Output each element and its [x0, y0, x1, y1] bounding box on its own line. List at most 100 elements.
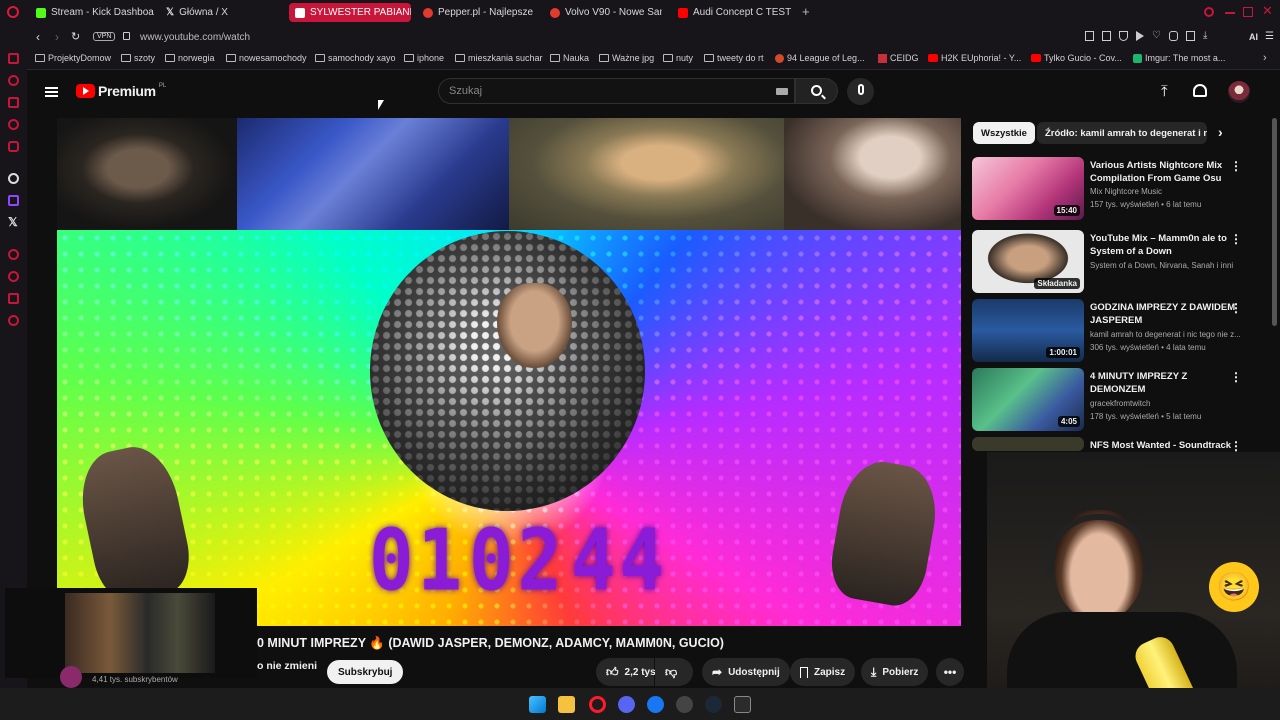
bookmark-folder[interactable]: Ważne jpg	[599, 53, 654, 63]
forward-icon[interactable]: ›	[55, 30, 59, 44]
facebook-icon[interactable]	[647, 696, 664, 713]
bookmark-folder[interactable]: norwegia	[165, 53, 215, 63]
shield-icon[interactable]	[1119, 31, 1128, 41]
channel-name[interactable]: o nie zmieni	[257, 660, 317, 672]
search-input[interactable]: Szukaj	[438, 78, 795, 104]
recommendation-channel[interactable]: Mix Nightcore Music	[1090, 186, 1240, 198]
chip-source[interactable]: Źródło: kamil amrah to degenerat i nic	[1037, 122, 1207, 144]
terminal-icon[interactable]	[734, 696, 751, 713]
sidebar-clock-icon[interactable]	[8, 271, 19, 282]
recommendation-title[interactable]: YouTube Mix – Mamm0n ale to System of a …	[1090, 232, 1240, 258]
chips-next-icon[interactable]: ›	[1218, 124, 1223, 140]
maximize-button[interactable]	[1243, 7, 1253, 17]
bookmarks-overflow-icon[interactable]: ›	[1263, 52, 1267, 64]
wallet-icon[interactable]	[1185, 31, 1195, 41]
recommendation-item[interactable]: 4:05 4 MINUTY IMPREZY Z DEMONZEM gracekf…	[972, 368, 1274, 434]
more-vertical-icon[interactable]: ⋮	[1230, 159, 1242, 173]
back-icon[interactable]: ‹	[36, 30, 40, 44]
video-player[interactable]: 01 02 44	[57, 118, 961, 626]
new-tab-button[interactable]: +	[802, 4, 810, 19]
download-icon[interactable]: ⤓	[1203, 31, 1207, 41]
file-explorer-icon[interactable]	[558, 696, 575, 713]
aria-ai-button[interactable]: AI	[1249, 32, 1258, 42]
close-window-button[interactable]: ✕	[1262, 3, 1273, 19]
subscribe-button[interactable]: Subskrybuj	[327, 660, 404, 684]
sidebar-twitch-icon[interactable]	[8, 195, 19, 206]
save-button[interactable]: Zapisz	[790, 658, 856, 686]
recommendation-channel[interactable]: kamil amrah to degenerat i nic tego nie …	[1090, 329, 1240, 341]
recommendation-item[interactable]: NFS Most Wanted - Soundtrack ⋮	[972, 437, 1274, 453]
bookmark-folder[interactable]: Nauka	[550, 53, 589, 63]
url-field[interactable]: www.youtube.com/watch	[140, 32, 250, 43]
bookmark-link[interactable]: CEIDG	[878, 53, 919, 63]
opera-logo-icon[interactable]	[7, 6, 19, 18]
chip-all[interactable]: Wszystkie	[973, 122, 1035, 144]
play-icon[interactable]	[1136, 31, 1144, 41]
youtube-logo[interactable]: Premium PL	[76, 83, 166, 99]
snapshot-icon[interactable]	[1085, 31, 1094, 41]
bookmark-link[interactable]: H2K EUphoria! - Y...	[928, 53, 1021, 63]
video-thumbnail[interactable]	[972, 437, 1084, 451]
more-vertical-icon[interactable]: ⋮	[1230, 232, 1242, 246]
bookmark-folder[interactable]: tweety do rt	[704, 53, 764, 63]
bookmark-folder[interactable]: iphone	[404, 53, 444, 63]
bookmark-folder[interactable]: samochody xayo	[315, 53, 396, 63]
tab-youtube-active[interactable]: SYLWESTER PABIANK	[289, 3, 411, 22]
tab-kick[interactable]: Stream - Kick Dashboard	[36, 3, 154, 22]
vpn-badge[interactable]: VPN	[93, 32, 116, 41]
sidebar-instagram-icon[interactable]	[8, 141, 19, 152]
sidebar-x-icon[interactable]: 𝕏	[8, 215, 18, 229]
capture-icon[interactable]	[1102, 31, 1111, 41]
search-button[interactable]	[795, 78, 838, 104]
windows-start-icon[interactable]	[529, 696, 546, 713]
sidebar-chatgpt-icon[interactable]	[8, 173, 19, 184]
sidebar-wallet-icon[interactable]	[8, 97, 19, 108]
bookmark-folder[interactable]: szoty	[121, 53, 155, 63]
bookmark-link[interactable]: 94 League of Leg...	[775, 53, 865, 63]
bookmark-link[interactable]: Tylko Gucio - Cov...	[1031, 53, 1122, 63]
scrollbar-thumb[interactable]	[1272, 118, 1277, 326]
bookmark-folder[interactable]: ProjektyDomow	[35, 53, 111, 63]
video-thumbnail[interactable]: 15:40	[972, 157, 1084, 220]
recommendation-title[interactable]: 4 MINUTY IMPREZY Z DEMONZEM	[1090, 370, 1240, 396]
opera-taskbar-icon[interactable]	[589, 696, 606, 713]
avatar[interactable]	[1228, 81, 1250, 103]
bookmark-folder[interactable]: mieszkania suchar	[455, 53, 543, 63]
notifications-bell-icon[interactable]	[1193, 84, 1207, 97]
sidebar-home-icon[interactable]	[8, 53, 19, 64]
keyboard-icon[interactable]	[776, 88, 788, 95]
extensions-icon[interactable]	[1168, 31, 1178, 41]
recommendation-channel[interactable]: gracekfromtwitch	[1090, 398, 1240, 410]
recommendation-channel[interactable]: System of a Down, Nirvana, Sanah i inni	[1090, 260, 1240, 272]
menu-hamburger-icon[interactable]	[45, 85, 58, 99]
more-actions-button[interactable]: •••	[936, 658, 964, 686]
video-thumbnail[interactable]: 4:05	[972, 368, 1084, 431]
steam-icon[interactable]	[705, 696, 722, 713]
share-button[interactable]: ➦ Udostępnij	[702, 658, 790, 686]
reload-icon[interactable]: ↻	[71, 30, 80, 43]
recommendation-title[interactable]: Various Artists Nightcore Mix Compilatio…	[1090, 159, 1240, 185]
minimize-button[interactable]	[1225, 12, 1235, 14]
bookmark-link[interactable]: Imgur: The most a...	[1133, 53, 1225, 63]
dislike-button[interactable]: 👎︎	[655, 658, 693, 686]
recommendation-item[interactable]: Składanka YouTube Mix – Mamm0n ale to Sy…	[972, 230, 1274, 296]
tab-pepper[interactable]: Pepper.pl - Najlepsze Oka	[423, 3, 535, 22]
sidebar-settings-icon[interactable]	[8, 315, 19, 326]
bookmark-folder[interactable]: nuty	[663, 53, 693, 63]
sidebar-messenger-icon[interactable]	[8, 119, 19, 130]
like-button[interactable]: 👍︎ 2,2 tys.	[596, 658, 658, 686]
video-thumbnail[interactable]: Składanka	[972, 230, 1084, 293]
recommendation-item[interactable]: 1:00:01 GODZINA IMPREZY Z DAWIDEM JASPER…	[972, 299, 1274, 365]
tab-audi[interactable]: Audi Concept C TEST Now	[678, 3, 792, 22]
recommendation-item[interactable]: 15:40 Various Artists Nightcore Mix Comp…	[972, 157, 1274, 223]
channel-avatar[interactable]	[60, 666, 82, 688]
voice-search-button[interactable]	[847, 78, 874, 105]
upload-icon[interactable]: ⤒	[1161, 83, 1168, 100]
recommendation-title[interactable]: NFS Most Wanted - Soundtrack	[1090, 439, 1240, 452]
sidebar-cube-icon[interactable]	[8, 293, 19, 304]
tab-volvo[interactable]: Volvo V90 - Nowe Samoch	[550, 3, 662, 22]
obs-icon[interactable]	[676, 696, 693, 713]
sidebar-music-icon[interactable]	[8, 249, 19, 260]
sidebar-history-icon[interactable]	[8, 75, 19, 86]
bookmark-folder[interactable]: nowesamochody	[226, 53, 307, 63]
